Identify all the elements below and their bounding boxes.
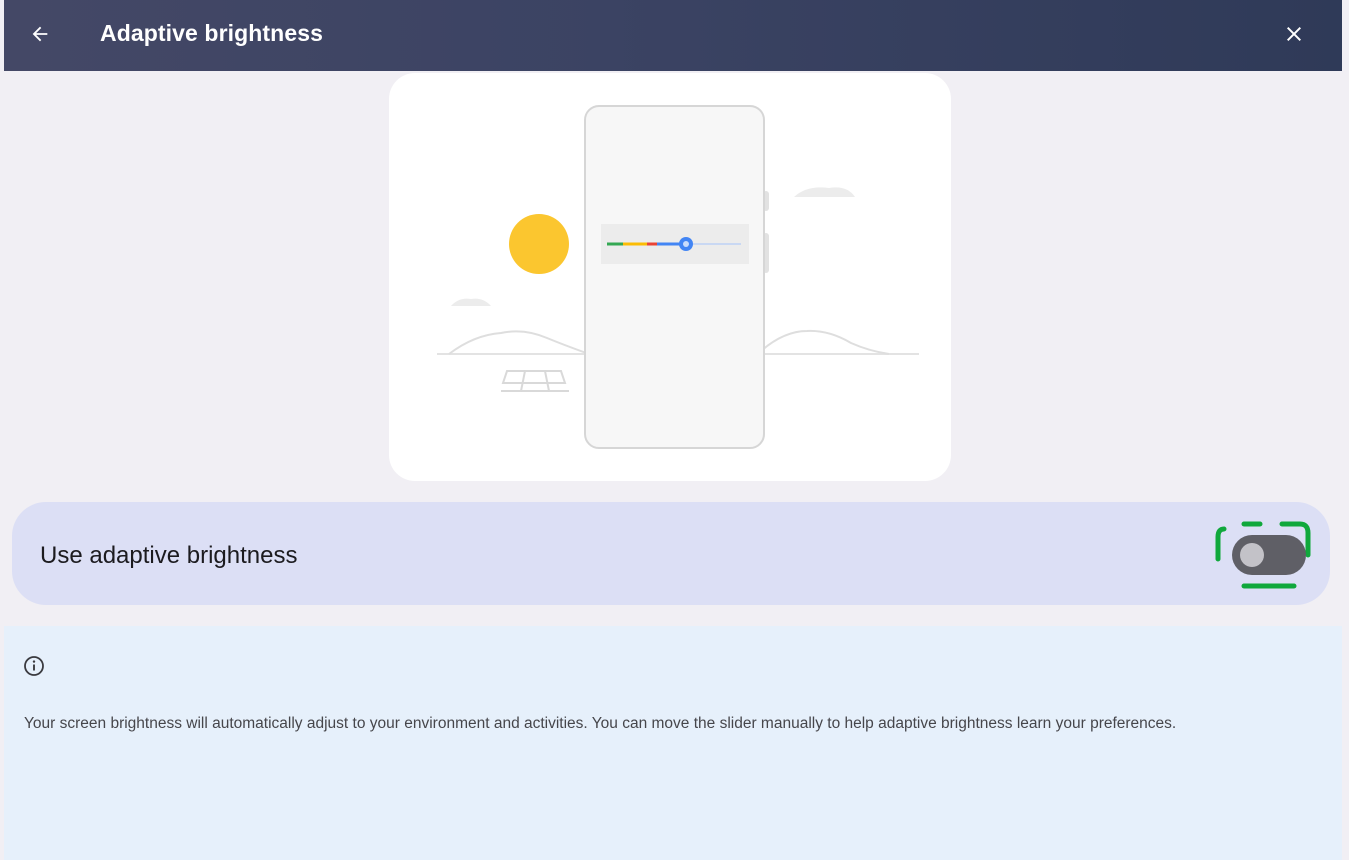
close-button[interactable]: [1274, 14, 1314, 54]
brightness-slider-thumb-center: [683, 241, 689, 247]
switch-knob: [1240, 543, 1264, 567]
settings-window: Adaptive brightness Use adaptive brightn…: [4, 0, 1342, 860]
arrow-back-icon: [32, 26, 48, 42]
phone-icon: [584, 105, 765, 449]
info-panel: Your screen brightness will automaticall…: [4, 626, 1342, 860]
cloud-icon: [794, 187, 855, 197]
close-icon: [1287, 27, 1301, 41]
adaptive-brightness-row[interactable]: Use adaptive brightness: [12, 502, 1330, 605]
info-description: Your screen brightness will automaticall…: [24, 715, 1177, 732]
page-title: Adaptive brightness: [100, 20, 323, 46]
adaptive-brightness-label: Use adaptive brightness: [40, 542, 298, 569]
hills-left: [448, 330, 590, 355]
illustration-graphic: [437, 105, 919, 449]
hills-right: [760, 329, 890, 355]
info-icon: [24, 656, 44, 676]
app-header: Adaptive brightness: [4, 0, 1342, 71]
sun-icon: [509, 214, 569, 274]
adaptive-brightness-switch[interactable]: [1232, 535, 1306, 575]
adaptive-brightness-illustration: [389, 73, 951, 481]
back-button[interactable]: [20, 14, 60, 54]
cloud-icon-left: [451, 298, 491, 306]
bench-icon: [501, 370, 569, 392]
